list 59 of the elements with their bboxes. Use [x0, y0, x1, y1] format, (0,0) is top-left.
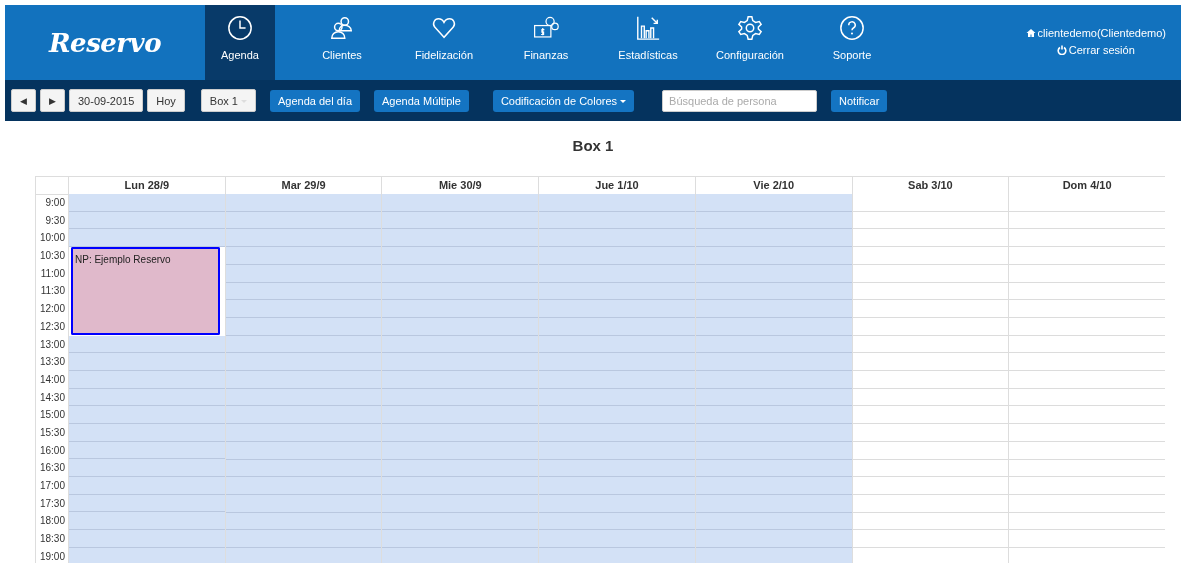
- box-dropdown[interactable]: Box 1: [200, 89, 256, 112]
- agenda-button[interactable]: Agenda del día: [270, 89, 360, 112]
- people-icon: [329, 15, 355, 41]
- home-icon: [1025, 28, 1036, 38]
- time-label: 13:30: [38, 355, 66, 370]
- search-field[interactable]: Búsqueda de persona: [662, 89, 818, 112]
- nav-tab[interactable]: Clientes: [307, 5, 377, 80]
- agenda-button[interactable]: Agenda Múltiple: [374, 89, 469, 112]
- time-label: 16:30: [38, 461, 66, 476]
- day-column[interactable]: [381, 194, 539, 563]
- heart-icon: [431, 15, 457, 41]
- help-icon: [839, 15, 865, 41]
- nav-tab[interactable]: Finanzas: [511, 5, 581, 80]
- bar-chart-icon: [635, 15, 661, 41]
- next-button[interactable]: ▶: [40, 89, 65, 112]
- logout-link[interactable]: Cerrar sesión: [1056, 44, 1135, 56]
- previous-button[interactable]: ◀: [11, 89, 36, 112]
- calendar-title: Box 1: [571, 137, 615, 154]
- time-label: 13:00: [38, 337, 66, 352]
- day-column[interactable]: NP: Ejemplo Reservo: [68, 194, 225, 563]
- nav-tab[interactable]: Fidelización: [409, 5, 479, 80]
- nav-tab[interactable]: Configuración: [715, 5, 785, 80]
- nav-tab[interactable]: Soporte: [817, 5, 887, 80]
- time-label: 9:30: [44, 213, 66, 228]
- nav-tab[interactable]: Estadísticas: [613, 5, 683, 80]
- time-label: 10:30: [38, 249, 66, 264]
- time-label: 14:30: [38, 390, 66, 405]
- power-icon: [1056, 45, 1067, 55]
- appointment-slot[interactable]: NP: Ejemplo Reservo: [71, 247, 220, 265]
- day-column[interactable]: [538, 194, 695, 563]
- time-label: 17:30: [38, 496, 66, 511]
- nav-tab[interactable]: Agenda: [205, 5, 275, 80]
- day-column[interactable]: [694, 194, 852, 563]
- time-label: 10:00: [38, 231, 66, 246]
- date-button[interactable]: 30-09-2015: [69, 89, 144, 112]
- time-label: 9:00: [44, 196, 66, 210]
- money-icon: [533, 15, 559, 41]
- time-label: 14:00: [38, 372, 66, 387]
- time-label: 15:30: [38, 425, 66, 440]
- time-slot[interactable]: [69, 229, 225, 248]
- time-label: 11:00: [39, 266, 66, 281]
- day-column[interactable]: [851, 194, 1009, 563]
- time-label: 12:30: [38, 319, 66, 334]
- today-button[interactable]: Hoy: [147, 89, 185, 112]
- time-label: 18:00: [38, 514, 66, 529]
- logo: Reservo: [49, 27, 161, 58]
- appointment-label: NP: Ejemplo Reservo: [74, 253, 171, 267]
- user-link[interactable]: clientedemo(Clientedemo): [1025, 27, 1166, 39]
- clock-icon: [227, 15, 253, 41]
- time-label: 17:00: [38, 479, 66, 493]
- time-label: 12:00: [38, 302, 66, 317]
- color-coding-dropdown[interactable]: Codificación de Colores: [492, 89, 635, 112]
- time-label: 15:00: [38, 408, 66, 423]
- time-label: 16:00: [38, 443, 66, 458]
- settings-icon: [737, 15, 763, 41]
- time-label: 19:00: [38, 549, 66, 563]
- time-label: 11:30: [39, 284, 66, 299]
- notify-button[interactable]: Notificar: [831, 89, 888, 112]
- time-label: 18:30: [38, 532, 66, 547]
